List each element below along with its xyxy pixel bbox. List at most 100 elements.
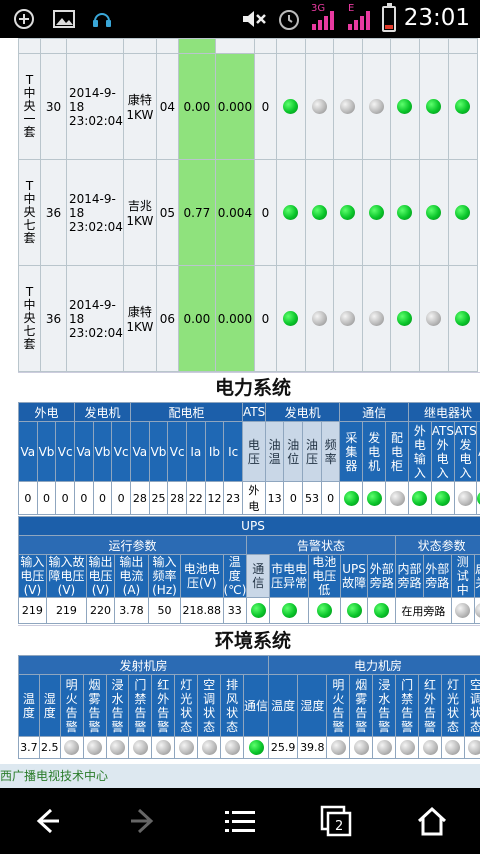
ups-value-cell: 33 (222, 597, 247, 624)
lamp-cell (389, 53, 420, 160)
power-col-header: 油压 (302, 421, 322, 482)
status-lamp-off (132, 740, 148, 755)
status-lamp-off (368, 99, 384, 114)
power-col-header: 发电机 (362, 421, 387, 482)
power-value-cell: 28 (130, 481, 150, 515)
room1-temperature: 3.7 (18, 736, 40, 759)
status-lamp-off (330, 740, 346, 755)
power-col-header: 外电输入 (407, 421, 432, 482)
status-lamp-on (283, 311, 299, 326)
footer-org-name: 西广播电视技术中心 (0, 764, 480, 788)
env-group-power-room: 电力机房 (268, 655, 480, 675)
power-value-cell: 0 (18, 481, 38, 515)
channel-code: 05 (155, 159, 179, 266)
power-col-header: Va (18, 421, 38, 482)
status-lamp-off (201, 740, 217, 755)
env-col-header: 烟雾告警 (349, 674, 374, 737)
back-icon[interactable] (30, 805, 62, 837)
ups-col-header: 输入故障电压(V) (45, 554, 88, 598)
status-lamp-off (455, 603, 471, 618)
lamp-cell (332, 265, 363, 372)
status-lamp-off (475, 603, 480, 618)
status-lamp-off (457, 490, 473, 506)
power-value-cell: 23 (223, 481, 244, 515)
ups-group-runtime: 运行参数 (18, 535, 247, 555)
channel-number: 36 (40, 265, 67, 372)
env-col-header: 湿度 (38, 674, 61, 737)
signal-strength-icon (312, 10, 336, 30)
update-time: 23:02:04 (69, 219, 123, 234)
power-value-cell: 12 (204, 481, 225, 515)
update-time-cell: 2014-9-18 23:02:04 (66, 159, 124, 266)
status-lamp-off (311, 311, 327, 326)
status-lamp-off (224, 740, 240, 755)
update-date: 2014-9-18 (69, 297, 116, 326)
status-lamp-on (343, 490, 359, 506)
ups-col-header: 测试中 (450, 554, 475, 598)
lamp-cell (418, 265, 449, 372)
power-group-ats: ATS (242, 402, 266, 422)
power-col-header: Va (130, 421, 150, 482)
menu-icon[interactable] (224, 805, 256, 837)
power-value-cell: 28 (167, 481, 187, 515)
reflect-value: 0.000 (214, 265, 255, 372)
room1-lamp-cell (151, 736, 176, 759)
reflect-value: 0.000 (214, 53, 255, 160)
transmitter-model: 康特1KW (122, 53, 157, 160)
room2-lamp-cell (418, 736, 443, 759)
power-col-header: Vb (36, 421, 57, 482)
transmitter-model: 吉兆1KW (122, 159, 157, 266)
status-lamp-on (250, 603, 266, 618)
channel-name: T中央七套 (23, 285, 36, 351)
channel-name-cell: T中央七套 (18, 265, 41, 372)
battery-icon (382, 3, 396, 32)
power-col-header: Vc (111, 421, 131, 482)
ups-col-header: 外部旁路 (367, 554, 397, 598)
ups-alarm-lamp-cell (339, 597, 369, 624)
lamp-cell (275, 159, 306, 266)
env-col-header: 灯光状态 (441, 674, 465, 737)
ups-value-cell: 219 (18, 597, 47, 624)
power-value: 0.77 (177, 159, 216, 266)
tv-row: T中央七套 36 2014-9-18 23:02:04 吉兆1KW 05 0.77 0.004… (18, 159, 478, 266)
update-time-cell: 2014-9-18 23:02:04 (66, 53, 124, 160)
home-icon[interactable] (416, 805, 448, 837)
status-lamp-on (455, 311, 471, 326)
lamp-cell (418, 159, 449, 266)
power-value-cell: 22 (185, 481, 206, 515)
power-value-cell: 0 (92, 481, 113, 515)
status-lamp-off (353, 740, 369, 755)
power-col-header: ATS发电入 (453, 421, 478, 482)
status-lamp-on (316, 603, 332, 618)
power-col-header: ATS外电入 (430, 421, 455, 482)
environment-table: 发射机房 电力机房 温度 湿度 明火告警 烟雾告警 浸水告警 门禁告警 红外告警 灯光状态 空调… (17, 655, 480, 759)
lamp-cell (304, 265, 334, 372)
power-lamp-cell (339, 481, 364, 515)
room2-lamp-cell (395, 736, 420, 759)
channel-code: 04 (155, 53, 179, 160)
status-lamp-off (64, 740, 80, 755)
env-col-header: 门禁告警 (128, 674, 153, 737)
update-time-cell: 2014-9-18 23:02:04 (66, 265, 124, 372)
tabs-icon[interactable]: 2 (320, 805, 352, 837)
status-lamp-on (374, 603, 390, 618)
status-lamp-on (455, 205, 471, 220)
tv-transmitter-table: T中央一套 30 2014-9-18 23:02:04 康特1KW 04 0.00 0.000… (18, 38, 478, 372)
status-bar: 3G E 23:01 (0, 0, 480, 38)
power-lamp-cell (407, 481, 432, 515)
power-group-comms: 通信 (339, 402, 409, 422)
status-lamp-on (281, 603, 297, 618)
web-content[interactable]: T中央一套 30 2014-9-18 23:02:04 康特1KW 04 0.00 0.000… (0, 38, 480, 788)
status-lamp-on (346, 603, 362, 618)
env-col-header: 通信 (243, 674, 270, 737)
env-col-header: 温度 (18, 674, 40, 737)
lamp-cell (332, 53, 363, 160)
update-date: 2014-9-18 (69, 191, 116, 220)
room1-lamp-cell (243, 736, 270, 759)
lamp-cell (389, 265, 420, 372)
channel-number: 30 (40, 53, 67, 160)
power-value-cell: 53 (302, 481, 322, 515)
status-lamp-on (426, 205, 442, 220)
power-col-header: 油位 (283, 421, 304, 482)
forward-icon[interactable] (128, 805, 160, 837)
